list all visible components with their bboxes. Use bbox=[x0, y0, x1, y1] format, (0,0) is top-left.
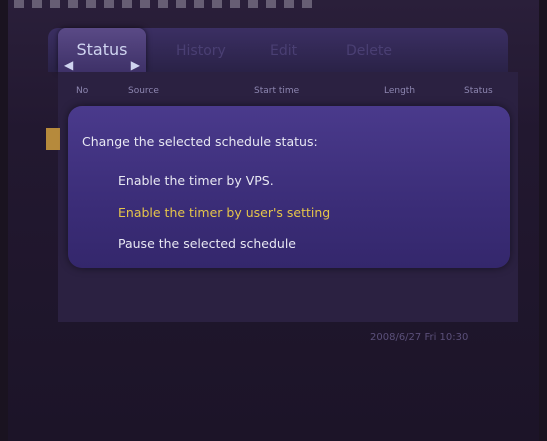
option-enable-vps[interactable]: Enable the timer by VPS. bbox=[118, 173, 274, 188]
tab-edit-label: Edit bbox=[270, 43, 298, 59]
table-header: No Source Start time Length Status bbox=[58, 82, 518, 102]
dialog-title: Change the selected schedule status: bbox=[82, 134, 318, 149]
current-datetime: 2008/6/27 Fri 10:30 bbox=[370, 332, 469, 343]
col-source: Source bbox=[128, 86, 159, 96]
col-status: Status bbox=[464, 86, 493, 96]
tab-status[interactable]: ◀ Status ▶ bbox=[58, 28, 146, 72]
option-pause-schedule[interactable]: Pause the selected schedule bbox=[118, 236, 296, 251]
col-start-time: Start time bbox=[254, 86, 300, 96]
selected-row-marker bbox=[46, 128, 60, 150]
col-no: No bbox=[76, 86, 89, 96]
tab-status-label: Status bbox=[76, 40, 128, 59]
tab-delete[interactable]: Delete bbox=[346, 38, 392, 64]
change-status-dialog: Change the selected schedule status: Ena… bbox=[68, 106, 510, 268]
tab-bar: ◀ Status ▶ History Edit Delete bbox=[48, 28, 508, 72]
col-length: Length bbox=[384, 86, 416, 96]
option-enable-user-setting[interactable]: Enable the timer by user's setting bbox=[118, 205, 330, 220]
top-decoration-strip bbox=[14, 0, 314, 8]
tab-history[interactable]: History bbox=[176, 38, 226, 64]
tab-edit[interactable]: Edit bbox=[270, 38, 297, 64]
tab-delete-label: Delete bbox=[346, 43, 392, 59]
tab-history-label: History bbox=[176, 43, 226, 59]
